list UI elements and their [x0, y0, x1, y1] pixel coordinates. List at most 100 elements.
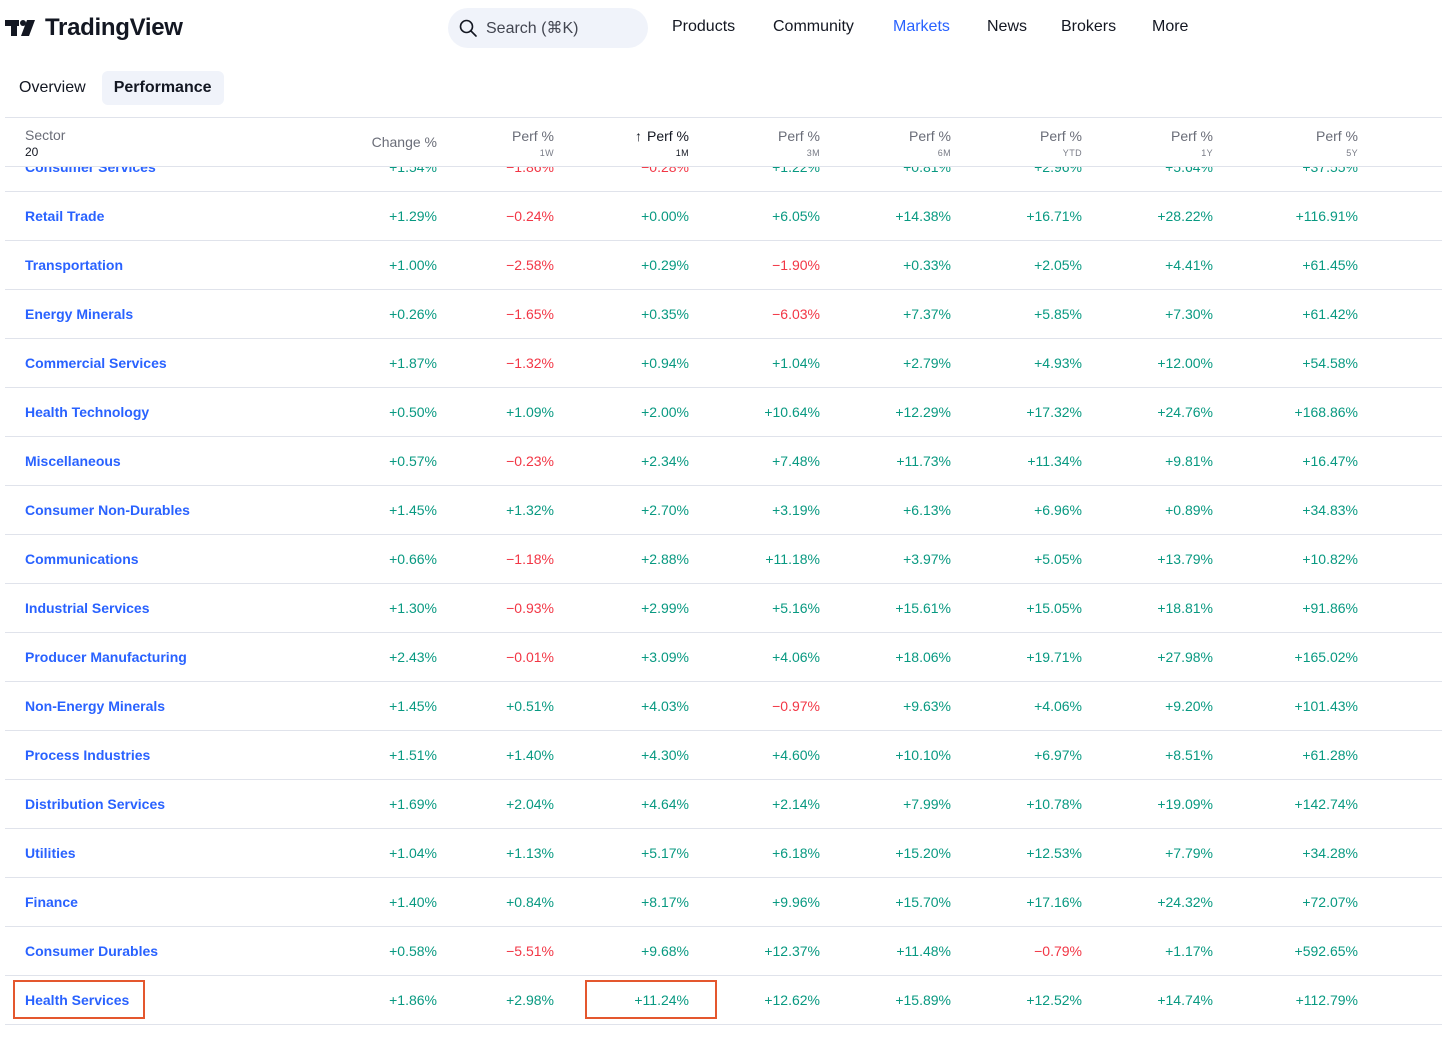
cell-perf-3m: −0.97%: [772, 698, 820, 714]
cell-perf-1w: +0.84%: [506, 894, 554, 910]
cell-perf-3m: +4.60%: [772, 747, 820, 763]
sector-link[interactable]: Transportation: [25, 241, 123, 290]
table-row[interactable]: Non-Energy Minerals +1.45% +0.51% +4.03% −0.…: [5, 682, 1442, 731]
header-perf-3m[interactable]: Perf % 3M: [700, 118, 820, 168]
cell-perf-3m: +11.18%: [765, 551, 820, 567]
sort-ascending-icon: ↑: [634, 128, 642, 144]
table-row[interactable]: Process Industries +1.51% +1.40% +4.30% +4.6…: [5, 731, 1442, 780]
table-row[interactable]: Communications +0.66% −1.18% +2.88% +11.18% +…: [5, 535, 1442, 584]
cell-perf-ytd: +17.32%: [1026, 404, 1082, 420]
cell-perf-3m: +12.37%: [764, 943, 820, 959]
table-header: Sector 20 Change % Perf % 1W ↑ Perf % 1M Perf …: [5, 117, 1442, 167]
cell-perf-1m: +11.24%: [634, 992, 689, 1008]
nav-news[interactable]: News: [987, 18, 1027, 36]
tab-overview[interactable]: Overview: [7, 71, 98, 105]
cell-perf-1m: +2.70%: [641, 502, 689, 518]
header-sector[interactable]: Sector 20: [25, 118, 225, 168]
cell-perf-1m: +0.00%: [641, 208, 689, 224]
table-row[interactable]: Commercial Services +1.87% −1.32% +0.94% +1.…: [5, 339, 1442, 388]
cell-perf-1w: +1.13%: [506, 845, 554, 861]
cell-perf-5y: +116.91%: [1295, 208, 1358, 224]
header-perf-1y[interactable]: Perf % 1Y: [1093, 118, 1213, 168]
table-row[interactable]: Producer Manufacturing +2.43% −0.01% +3.09%…: [5, 633, 1442, 682]
table-row[interactable]: Utilities +1.04% +1.13% +5.17% +6.18% +15.20%…: [5, 829, 1442, 878]
sector-link[interactable]: Producer Manufacturing: [25, 633, 187, 682]
nav-products[interactable]: Products: [672, 18, 735, 36]
nav-markets[interactable]: Markets: [893, 18, 950, 36]
table-row[interactable]: Transportation +1.00% −2.58% +0.29% −1.90% +0…: [5, 241, 1442, 290]
sector-link[interactable]: Utilities: [25, 829, 76, 878]
header-sector-label: Sector: [25, 127, 66, 143]
cell-perf-5y: +10.82%: [1302, 551, 1358, 567]
cell-perf-6m: +18.06%: [895, 649, 951, 665]
header-perf-3m-label: Perf %: [778, 128, 820, 144]
cell-perf-ytd: +19.71%: [1026, 649, 1082, 665]
table-row[interactable]: Health Technology +0.50% +1.09% +2.00% +10.6…: [5, 388, 1442, 437]
sector-link[interactable]: Health Technology: [25, 388, 149, 437]
cell-perf-3m: +12.62%: [764, 992, 820, 1008]
table-row[interactable]: Distribution Services +1.69% +2.04% +4.64% +…: [5, 780, 1442, 829]
header-perf-1w[interactable]: Perf % 1W: [434, 118, 554, 168]
nav-more[interactable]: More: [1152, 18, 1188, 36]
cell-perf-1y: +9.81%: [1165, 453, 1213, 469]
sector-link[interactable]: Health Services: [25, 976, 129, 1025]
sector-link[interactable]: Commercial Services: [25, 339, 167, 388]
search-bar[interactable]: Search (⌘K): [448, 8, 648, 48]
cell-perf-1m: +2.88%: [641, 551, 689, 567]
sector-link[interactable]: Distribution Services: [25, 780, 165, 829]
table-row[interactable]: Industrial Services +1.30% −0.93% +2.99% +5.…: [5, 584, 1442, 633]
tab-performance[interactable]: Performance: [101, 71, 224, 105]
cell-perf-1w: +1.40%: [506, 747, 554, 763]
cell-perf-1y: +24.32%: [1157, 894, 1213, 910]
sector-link[interactable]: Communications: [25, 535, 139, 584]
table-row[interactable]: Energy Minerals +0.26% −1.65% +0.35% −6.03% +…: [5, 290, 1442, 339]
cell-perf-6m: +6.13%: [903, 502, 951, 518]
cell-perf-1y: +1.17%: [1165, 943, 1213, 959]
table-row[interactable]: Consumer Non-Durables +1.45% +1.32% +2.70% +…: [5, 486, 1442, 535]
cell-change: +0.26%: [389, 306, 437, 322]
table-row[interactable]: Health Services +1.86% +2.98% +11.24% +12.62…: [5, 976, 1442, 1025]
header-perf-3m-period: 3M: [806, 148, 820, 158]
cell-perf-1w: −0.01%: [506, 649, 554, 665]
cell-perf-3m: +2.14%: [772, 796, 820, 812]
table-body[interactable]: Consumer Services +1.54% −1.86% −0.28% +1.22…: [5, 117, 1442, 1046]
cell-change: +1.04%: [389, 845, 437, 861]
cell-perf-1y: +7.30%: [1165, 306, 1213, 322]
nav-brokers[interactable]: Brokers: [1061, 18, 1116, 36]
sector-link[interactable]: Retail Trade: [25, 192, 104, 241]
cell-change: +1.51%: [389, 747, 437, 763]
sector-link[interactable]: Non-Energy Minerals: [25, 682, 165, 731]
header-label-text: Perf %: [777, 128, 820, 144]
cell-change: +0.50%: [389, 404, 437, 420]
cell-perf-1w: +1.32%: [506, 502, 554, 518]
cell-change: +0.58%: [389, 943, 437, 959]
header-change[interactable]: Change %: [317, 118, 437, 168]
table-row[interactable]: Miscellaneous +0.57% −0.23% +2.34% +7.48% +11…: [5, 437, 1442, 486]
tradingview-logo[interactable]: TradingView: [5, 14, 183, 42]
search-icon: [459, 19, 477, 37]
cell-perf-1y: +12.00%: [1157, 355, 1213, 371]
header-perf-ytd[interactable]: Perf % YTD: [962, 118, 1082, 168]
cell-change: +0.57%: [389, 453, 437, 469]
header-perf-1m[interactable]: ↑ Perf % 1M: [569, 118, 689, 168]
table-row[interactable]: Consumer Durables +0.58% −5.51% +9.68% +12.3…: [5, 927, 1442, 976]
sector-link[interactable]: Consumer Durables: [25, 927, 158, 976]
table-row[interactable]: Finance +1.40% +0.84% +8.17% +9.96% +15.70% +1…: [5, 878, 1442, 927]
cell-perf-1w: −0.23%: [506, 453, 554, 469]
sector-link[interactable]: Miscellaneous: [25, 437, 121, 486]
header-perf-5y[interactable]: Perf % 5Y: [1238, 118, 1358, 168]
cell-perf-ytd: −0.79%: [1034, 943, 1082, 959]
sector-link[interactable]: Process Industries: [25, 731, 150, 780]
cell-perf-5y: +101.43%: [1294, 698, 1358, 714]
cell-perf-1y: +7.79%: [1165, 845, 1213, 861]
nav-community[interactable]: Community: [773, 18, 854, 36]
header-perf-ytd-label: Perf %: [1040, 128, 1082, 144]
sector-link[interactable]: Industrial Services: [25, 584, 150, 633]
header-perf-6m[interactable]: Perf % 6M: [831, 118, 951, 168]
sector-link[interactable]: Energy Minerals: [25, 290, 133, 339]
cell-perf-1w: −0.24%: [506, 208, 554, 224]
sector-link[interactable]: Consumer Non-Durables: [25, 486, 190, 535]
table-row[interactable]: Retail Trade +1.29% −0.24% +0.00% +6.05% +14.…: [5, 192, 1442, 241]
sector-link[interactable]: Finance: [25, 878, 78, 927]
cell-change: +1.86%: [389, 992, 437, 1008]
